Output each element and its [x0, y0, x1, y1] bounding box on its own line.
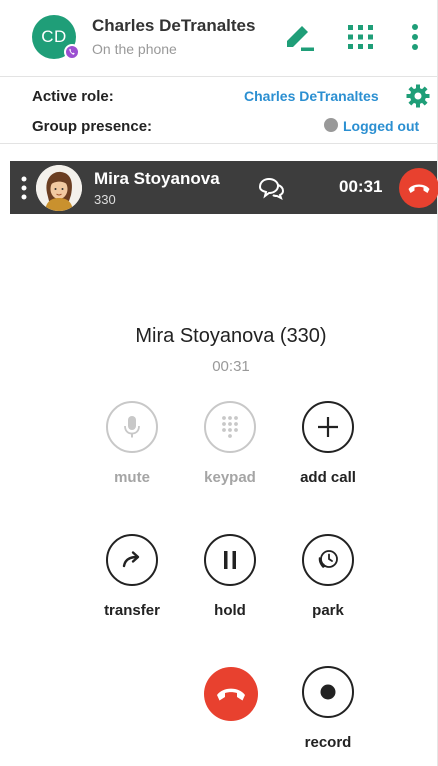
- hangup-phone-icon: [217, 688, 245, 701]
- mute-label: mute: [114, 469, 150, 486]
- park-clock-icon: [302, 534, 354, 586]
- record-label: record: [304, 734, 352, 751]
- end-call-button[interactable]: [204, 667, 258, 721]
- transfer-button[interactable]: transfer: [82, 534, 182, 619]
- call-bar-menu-icon[interactable]: [21, 176, 27, 205]
- park-label: park: [312, 602, 344, 619]
- call-bar-duration: 00:31: [339, 177, 383, 196]
- pause-icon: [204, 534, 256, 586]
- transfer-label: transfer: [104, 602, 160, 619]
- mute-button[interactable]: mute: [82, 401, 182, 486]
- add-call-label: add call: [300, 469, 356, 486]
- group-presence-link[interactable]: Logged out: [343, 118, 419, 134]
- hangup-phone-icon: [408, 184, 430, 193]
- add-call-button[interactable]: add call: [278, 401, 378, 486]
- caller-avatar: [36, 165, 82, 211]
- record-dot-icon: [302, 666, 354, 718]
- call-bar-contact-name: Mira Stoyanova: [94, 169, 220, 188]
- compose-pencil-icon[interactable]: [282, 22, 316, 52]
- callee-title: Mira Stoyanova (330): [135, 325, 327, 347]
- park-button[interactable]: park: [278, 534, 378, 619]
- group-presence-label: Group presence:: [32, 118, 153, 135]
- hold-label: hold: [214, 602, 246, 619]
- user-status: On the phone: [92, 41, 177, 57]
- keypad-button[interactable]: keypad: [180, 401, 280, 486]
- hold-button[interactable]: hold: [180, 534, 280, 619]
- call-timer: 00:31: [212, 358, 250, 375]
- active-role-link[interactable]: Charles DeTranaltes: [244, 88, 379, 104]
- keypad-dots-icon: [204, 401, 256, 453]
- keypad-label: keypad: [204, 469, 256, 486]
- apps-grid-icon[interactable]: [345, 22, 379, 52]
- call-bar-extension: 330: [94, 192, 116, 207]
- active-call-bar[interactable]: Mira Stoyanova 330 00:31: [10, 161, 438, 214]
- phone-status-badge-icon: [64, 44, 80, 60]
- active-role-label: Active role:: [32, 88, 114, 105]
- presence-status-dot-icon: [324, 118, 338, 132]
- plus-icon: [302, 401, 354, 453]
- more-menu-icon[interactable]: [400, 22, 430, 52]
- call-bar-hangup-button[interactable]: [399, 168, 438, 208]
- record-button[interactable]: record: [278, 666, 378, 751]
- transfer-arrow-icon: [106, 534, 158, 586]
- microphone-icon: [106, 401, 158, 453]
- user-name: Charles DeTranaltes: [92, 16, 256, 35]
- app-header: CD Charles DeTranaltes On the phone: [0, 0, 437, 77]
- role-settings-gear-icon[interactable]: [406, 84, 430, 113]
- chat-bubbles-icon[interactable]: [257, 176, 285, 205]
